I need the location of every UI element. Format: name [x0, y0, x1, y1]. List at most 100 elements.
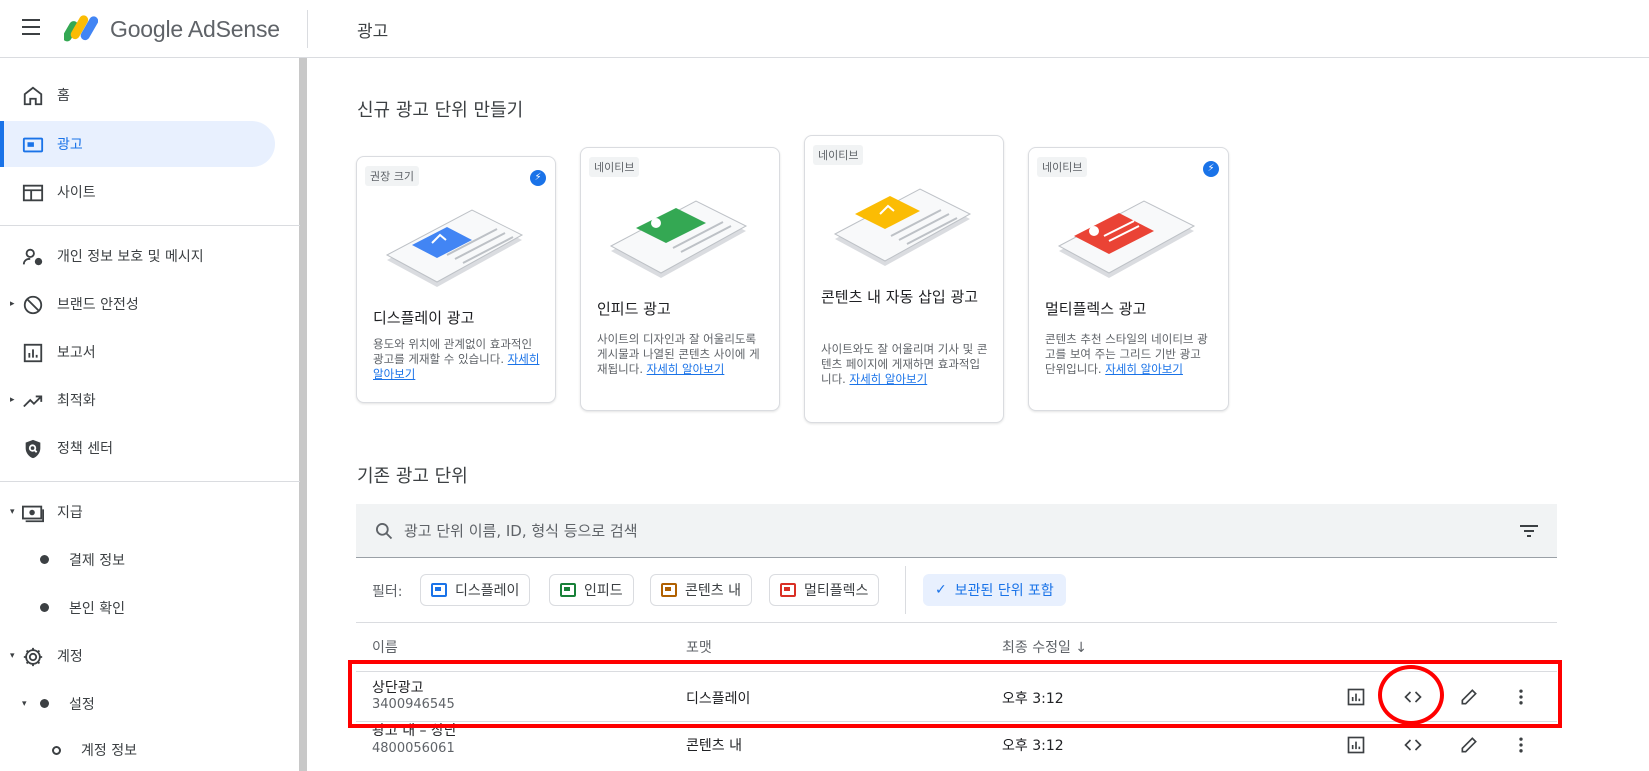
- in-article-ad-illustration: [833, 188, 972, 266]
- more-vert-icon[interactable]: [1507, 731, 1535, 759]
- divider: [0, 481, 300, 482]
- card-description: 콘텐츠 추천 스타일의 네이티브 광고를 보여 주는 그리드 기반 광고 단위입…: [1045, 332, 1208, 376]
- new-units-title: 신규 광고 단위 만들기: [357, 100, 524, 121]
- column-header-modified[interactable]: 최종 수정일 ↓: [1002, 637, 1087, 657]
- card-title: 콘텐츠 내 자동 삽입 광고: [821, 288, 979, 306]
- sidebar-item-account-info[interactable]: 계정 정보: [0, 729, 290, 771]
- sidebar-item-account[interactable]: ▾ 계정: [0, 633, 290, 679]
- learn-more-link[interactable]: 자세히 알아보기: [647, 362, 725, 376]
- chip-label: 콘텐츠 내: [685, 583, 741, 599]
- ring-icon: [52, 746, 61, 755]
- card-tag: 네이티브: [1037, 157, 1088, 177]
- more-vert-icon[interactable]: [1507, 683, 1535, 711]
- report-icon[interactable]: [1342, 683, 1370, 711]
- card-description: 용도와 위치에 관계없이 효과적인 광고를 게재할 수 있습니다. 자세히 알아…: [373, 337, 540, 381]
- filter-list-icon[interactable]: [1519, 524, 1539, 538]
- edit-icon[interactable]: [1455, 731, 1483, 759]
- chip-label: 인피드: [584, 583, 623, 599]
- sidebar-item-payments[interactable]: ▾ 지급: [0, 489, 290, 535]
- divider: [905, 566, 906, 614]
- column-header-name[interactable]: 이름: [372, 637, 398, 657]
- multiplex-ad-card[interactable]: 네이티브 ⚡ 멀티플렉스 광고 콘텐츠 추천 스타일의 네이티브 광고를 보여 …: [1028, 147, 1229, 411]
- gear-icon: [23, 647, 43, 667]
- sidebar-item-ads[interactable]: 광고: [0, 121, 275, 167]
- divider: [0, 225, 300, 226]
- table-row[interactable]: 상단광고 3400946545 디스플레이 오후 3:12: [356, 673, 1557, 721]
- sidebar-item-label: 설정: [69, 697, 95, 713]
- sidebar-item-verification[interactable]: 본인 확인: [0, 585, 290, 631]
- search-input[interactable]: [404, 517, 1404, 545]
- unit-format: 디스플레이: [686, 691, 751, 707]
- sidebar-scrollbar[interactable]: [299, 58, 307, 771]
- chevron-down-icon: ▾: [10, 651, 15, 661]
- sidebar-item-settings[interactable]: ▾ 설정: [0, 681, 290, 727]
- multiplex-ad-illustration: [1057, 200, 1196, 278]
- ads-icon: [22, 137, 44, 153]
- display-ad-card[interactable]: 권장 크기 ⚡ 디스플레이 광고 용도와 위치에 관계없이 효과적인 광고를 게…: [356, 156, 556, 403]
- sidebar-item-label: 개인 정보 보호 및 메시지: [57, 249, 204, 265]
- search-bar: [356, 504, 1557, 558]
- unit-name: 상단광고: [372, 680, 424, 696]
- chip-multiplex[interactable]: 멀티플렉스: [769, 574, 880, 606]
- learn-more-link[interactable]: 자세히 알아보기: [849, 372, 927, 386]
- card-tag: 권장 크기: [365, 166, 419, 186]
- sidebar-item-label: 계정: [57, 649, 83, 665]
- filter-label: 필터:: [372, 584, 403, 600]
- learn-more-link[interactable]: 자세히 알아보기: [1105, 362, 1183, 376]
- card-tag: 네이티브: [589, 157, 640, 177]
- sidebar-item-sites[interactable]: 사이트: [0, 169, 290, 215]
- unit-id: 3400946545: [372, 697, 455, 712]
- bolt-icon: ⚡: [530, 170, 546, 186]
- payments-icon: [22, 505, 44, 523]
- sidebar-item-payment-info[interactable]: 결제 정보: [0, 537, 290, 583]
- card-title: 멀티플렉스 광고: [1045, 300, 1147, 318]
- table-row[interactable]: 광고 내 – 상단 4800056061 콘텐츠 내 오후 3:12: [356, 723, 1557, 771]
- chip-in-article[interactable]: 콘텐츠 내: [650, 574, 752, 606]
- page-title: 광고: [357, 22, 389, 42]
- menu-icon[interactable]: [22, 19, 42, 35]
- sidebar-item-label: 사이트: [57, 185, 96, 201]
- chip-display[interactable]: 디스플레이: [420, 574, 531, 606]
- sidebar-item-optimization[interactable]: ▸ 최적화: [0, 377, 290, 423]
- shield-icon: [25, 439, 41, 459]
- sidebar-item-label: 정책 센터: [57, 441, 113, 457]
- code-icon[interactable]: [1399, 683, 1427, 711]
- infeed-ad-illustration: [609, 200, 748, 278]
- edit-icon[interactable]: [1455, 683, 1483, 711]
- sidebar-item-label: 결제 정보: [69, 553, 125, 569]
- bullet-icon: [40, 699, 49, 708]
- sidebar-item-label: 브랜드 안전성: [57, 297, 139, 313]
- sidebar-item-label: 최적화: [57, 393, 96, 409]
- chevron-right-icon: ▸: [10, 299, 15, 309]
- report-icon[interactable]: [1342, 731, 1370, 759]
- sidebar-item-label: 보고서: [57, 345, 96, 361]
- infeed-format-icon: [560, 583, 576, 597]
- sidebar-item-privacy[interactable]: 개인 정보 보호 및 메시지: [0, 233, 290, 279]
- sidebar-item-label: 홈: [57, 88, 70, 104]
- card-description: 사이트와도 잘 어울리며 기사 및 콘텐츠 페이지에 게재하면 효과적입니다. …: [821, 342, 988, 386]
- code-icon[interactable]: [1399, 731, 1427, 759]
- sidebar-item-brand-safety[interactable]: ▸ 브랜드 안전성: [0, 281, 290, 327]
- column-header-format[interactable]: 포맷: [686, 637, 712, 657]
- card-tag: 네이티브: [813, 145, 864, 165]
- chip-infeed[interactable]: 인피드: [549, 574, 634, 606]
- divider: [356, 622, 1557, 623]
- unit-id: 4800056061: [372, 741, 455, 756]
- sidebar-item-label: 본인 확인: [69, 601, 125, 617]
- sidebar-item-reports[interactable]: 보고서: [0, 329, 290, 375]
- in-article-ad-card[interactable]: 네이티브 콘텐츠 내 자동 삽입 광고 사이트와도 잘 어울리며 기사 및 콘텐…: [804, 135, 1004, 423]
- trending-icon: [23, 395, 43, 408]
- divider: [356, 721, 1557, 722]
- divider: [307, 10, 308, 48]
- chip-include-archived[interactable]: ✓ 보관된 단위 포함: [923, 574, 1066, 606]
- chevron-down-icon: ▾: [10, 507, 15, 517]
- sidebar-item-policy-center[interactable]: 정책 센터: [0, 425, 290, 471]
- multiplex-format-icon: [780, 583, 796, 597]
- sidebar-item-home[interactable]: 홈: [0, 72, 290, 118]
- top-app-bar: Google AdSense 광고: [0, 0, 1649, 58]
- privacy-icon: [22, 248, 43, 266]
- infeed-ad-card[interactable]: 네이티브 인피드 광고 사이트의 디자인과 잘 어울리도록 게시물과 나열된 콘…: [580, 147, 780, 411]
- chip-label: 보관된 단위 포함: [954, 583, 1054, 599]
- bullet-icon: [40, 603, 49, 612]
- adsense-logo-icon: [64, 15, 98, 42]
